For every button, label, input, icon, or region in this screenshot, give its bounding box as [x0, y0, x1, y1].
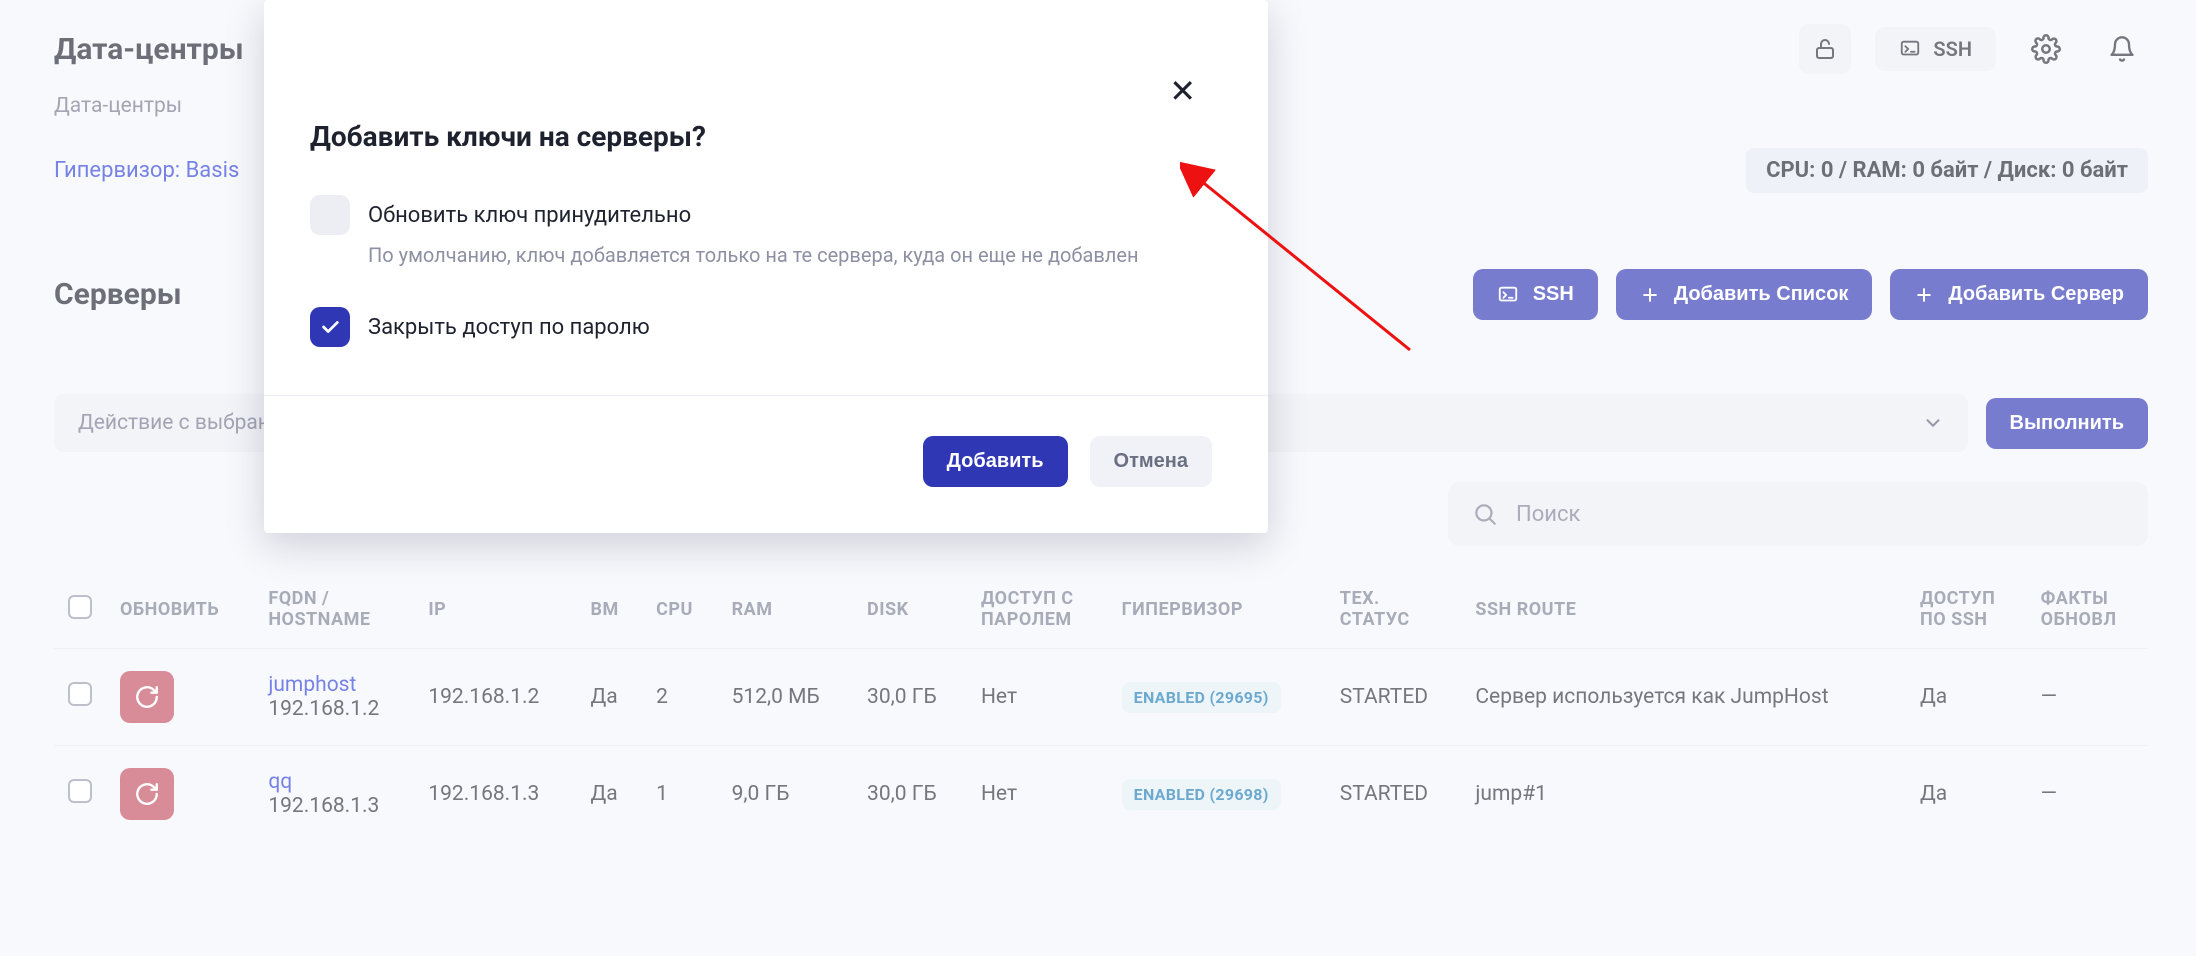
modal-add-button[interactable]: Добавить [923, 436, 1068, 487]
force-update-checkbox[interactable] [310, 195, 350, 235]
close-icon[interactable]: ✕ [1169, 72, 1196, 110]
close-password-checkbox[interactable] [310, 307, 350, 347]
close-password-label: Закрыть доступ по паролю [368, 315, 650, 340]
add-ssh-keys-modal: ✕ Добавить ключи на серверы? Обновить кл… [264, 0, 1268, 533]
force-update-hint: По умолчанию, ключ добавляется только на… [368, 243, 1212, 267]
modal-title: Добавить ключи на серверы? [310, 120, 1212, 153]
force-update-label: Обновить ключ принудительно [368, 203, 691, 228]
modal-cancel-button[interactable]: Отмена [1090, 436, 1212, 487]
